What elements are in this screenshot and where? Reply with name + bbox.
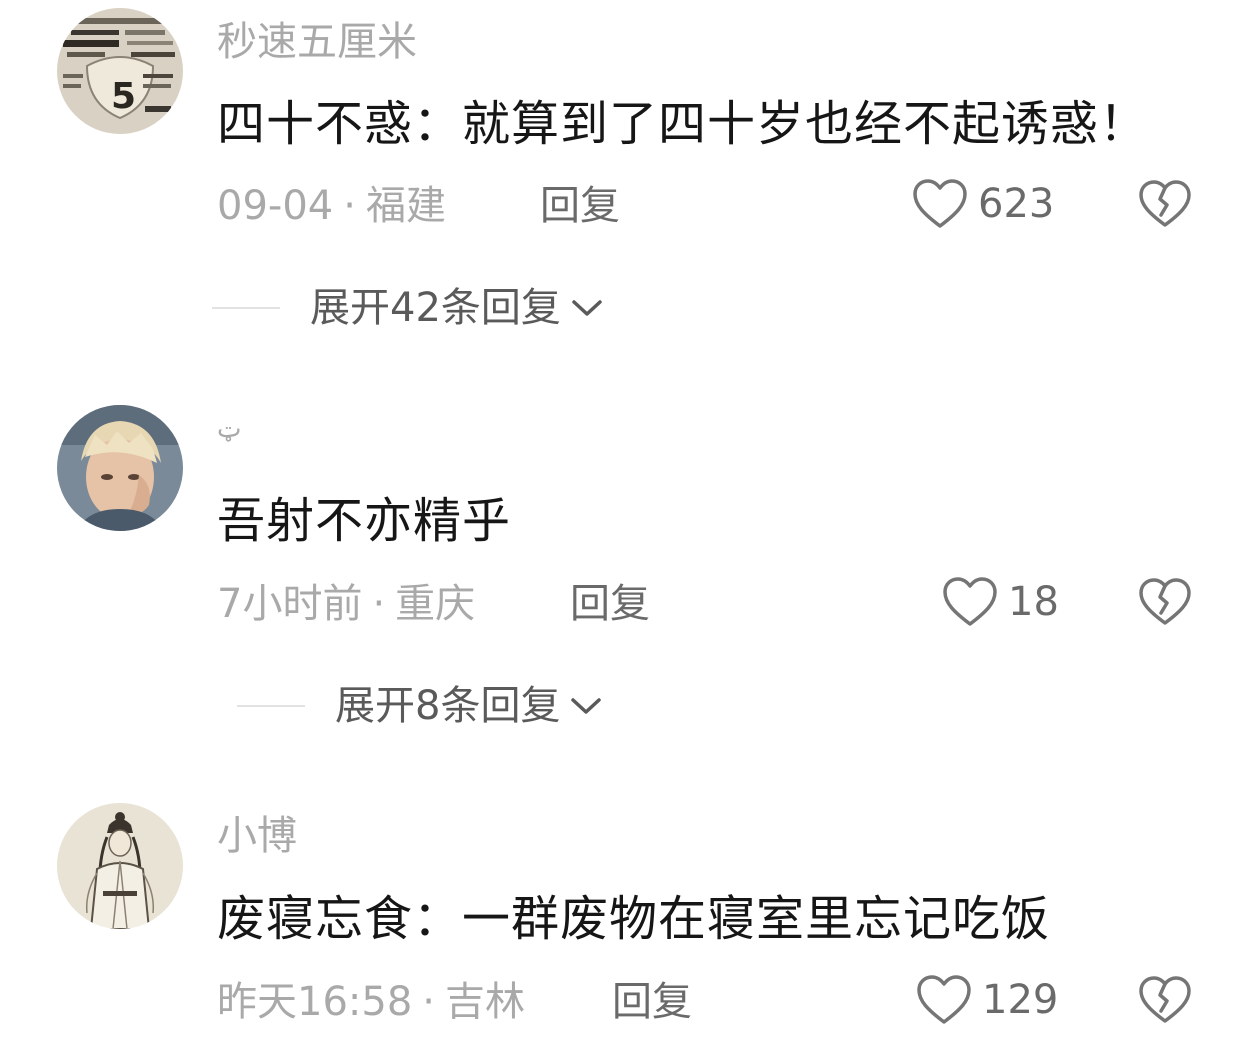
dislike-button[interactable] xyxy=(1138,577,1192,627)
like-count: 623 xyxy=(978,181,1055,227)
reply-button[interactable]: 回复 xyxy=(612,982,692,1022)
avatar-number: 5 xyxy=(111,76,136,117)
comment-location: 吉林 xyxy=(445,979,525,1025)
meta-separator: · xyxy=(372,581,386,627)
like-button[interactable]: 18 xyxy=(942,576,1059,628)
username[interactable]: 秒速五厘米 xyxy=(217,22,417,62)
comment-time: 昨天16:58 xyxy=(217,979,413,1025)
comment-location: 重庆 xyxy=(395,581,476,627)
heart-outline-icon xyxy=(943,577,997,626)
heart-outline-icon xyxy=(917,975,971,1024)
person-avatar-image xyxy=(57,405,183,531)
expand-replies-button[interactable]: 展开8条回复 xyxy=(237,686,602,726)
username[interactable]: ټ xyxy=(217,416,241,442)
meta-separator: · xyxy=(343,183,356,229)
reply-button[interactable]: 回复 xyxy=(540,186,620,226)
dislike-button[interactable] xyxy=(1138,975,1192,1025)
comment-text: 废寝忘食：一群废物在寝室里忘记吃饭 xyxy=(217,891,1051,947)
chevron-down-icon xyxy=(572,300,602,316)
divider-line xyxy=(212,307,280,309)
chevron-down-icon xyxy=(571,698,602,714)
dislike-button[interactable] xyxy=(1138,179,1192,229)
like-count: 18 xyxy=(1008,579,1059,625)
expand-replies-label: 展开8条回复 xyxy=(335,683,561,729)
comment-time: 09-04 xyxy=(217,183,334,229)
divider-line xyxy=(237,705,305,707)
avatar[interactable] xyxy=(57,803,183,929)
like-button[interactable]: 129 xyxy=(916,974,1058,1026)
avatar[interactable]: 5 xyxy=(57,8,183,134)
comment-text: 四十不惑：就算到了四十岁也经不起诱惑！ xyxy=(217,96,1149,152)
heart-outline-icon xyxy=(913,179,967,228)
broken-heart-icon xyxy=(1139,976,1191,1023)
comment-time: 7小时前 xyxy=(217,581,363,627)
expand-replies-button[interactable]: 展开42条回复 xyxy=(212,288,603,328)
comment-meta: 7小时前 · 重庆 xyxy=(217,584,475,624)
ink-figure-avatar-image xyxy=(57,803,183,929)
comment-text: 吾射不亦精乎 xyxy=(217,493,512,549)
comment-meta: 09-04 · 福建 xyxy=(217,186,446,226)
username[interactable]: 小博 xyxy=(217,816,297,856)
expand-replies-label: 展开42条回复 xyxy=(310,285,561,331)
comment-location: 福建 xyxy=(365,183,446,229)
newspaper-avatar-image: 5 xyxy=(57,8,183,134)
meta-separator: · xyxy=(422,979,435,1025)
broken-heart-icon xyxy=(1139,578,1191,625)
broken-heart-icon xyxy=(1139,180,1191,227)
reply-button[interactable]: 回复 xyxy=(570,584,650,624)
like-button[interactable]: 623 xyxy=(912,178,1054,230)
avatar[interactable] xyxy=(57,405,183,531)
comment-meta: 昨天16:58 · 吉林 xyxy=(217,982,525,1022)
like-count: 129 xyxy=(982,977,1059,1023)
